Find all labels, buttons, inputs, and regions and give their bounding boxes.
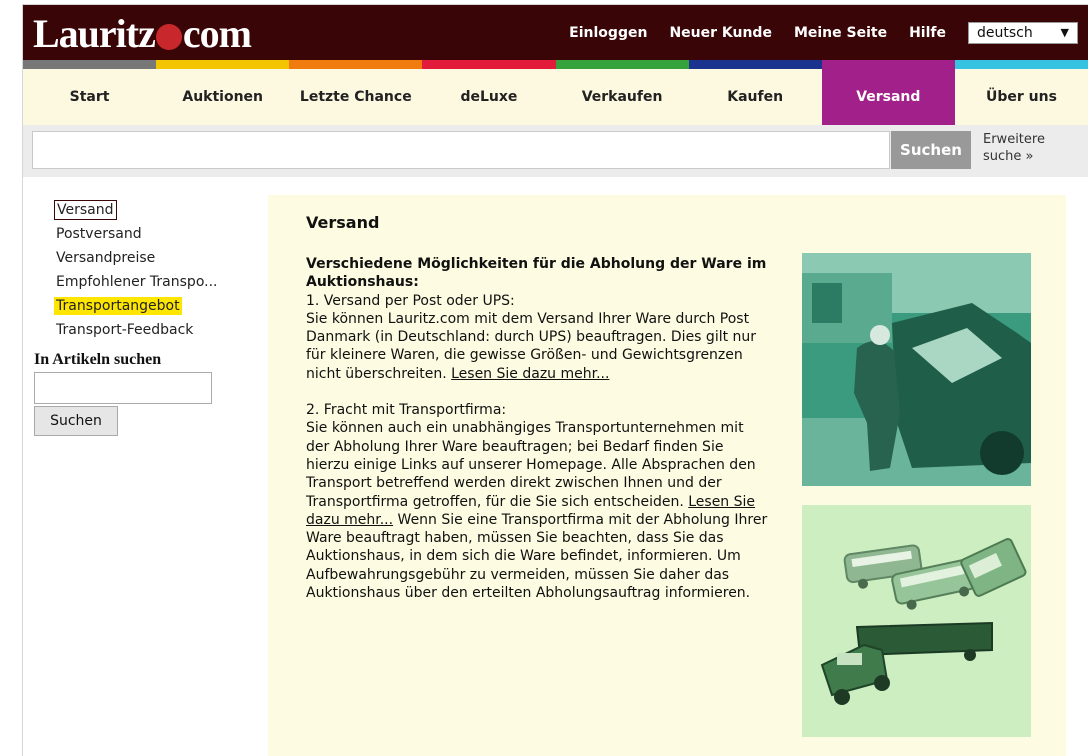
sidebar-item-label: Versandpreise — [56, 250, 156, 266]
site-logo[interactable]: Lauritz com — [33, 12, 252, 56]
section-2-body: Sie können auch ein unabhängiges Transpo… — [306, 419, 771, 602]
nav-versand[interactable]: Versand — [821, 69, 955, 125]
page-title: Versand — [306, 213, 380, 232]
stripe-segment — [555, 60, 689, 69]
search-bar: Suchen Erweitere suche » — [23, 125, 1088, 177]
nav-kaufen[interactable]: Kaufen — [689, 69, 822, 125]
stripe-segment — [156, 60, 290, 69]
stripe-segment — [688, 60, 822, 69]
sidebar-item-versand[interactable]: Versand — [34, 199, 254, 223]
sidebar-item-versandpreise[interactable]: Versandpreise — [34, 247, 254, 271]
sidebar-item-label: Postversand — [56, 226, 142, 242]
language-select[interactable]: deutsch ▼ — [968, 21, 1078, 44]
section-2-title: 2. Fracht mit Transportfirma: — [306, 402, 507, 419]
main-content: Versand Verschiedene Möglichkeiten für d… — [268, 195, 1066, 756]
model-vehicles-illustration — [802, 505, 1031, 737]
intro-heading: Verschiedene Möglichkeiten für die Abhol… — [306, 256, 767, 291]
article-search-input[interactable] — [34, 372, 212, 404]
article-search-button[interactable]: Suchen — [34, 406, 118, 436]
stripe-segment — [954, 60, 1088, 69]
logo-dot-icon — [155, 24, 182, 50]
dropdown-arrow-icon: ▼ — [1060, 26, 1069, 39]
stripe-segment — [23, 60, 157, 69]
sidebar-item-transportangebot[interactable]: Transportangebot — [34, 295, 254, 319]
section-1-title: 1. Versand per Post oder UPS: — [306, 292, 515, 309]
nav-auktionen[interactable]: Auktionen — [156, 69, 289, 125]
sidebar-item-postversand[interactable]: Postversand — [34, 223, 254, 247]
sidebar: Versand Postversand Versandpreise Empfoh… — [34, 199, 264, 436]
sidebar-item-empfohlener-transport[interactable]: Empfohlener Transpo... — [34, 271, 254, 295]
login-link[interactable]: Einloggen — [569, 25, 647, 41]
nav-deluxe[interactable]: deLuxe — [422, 69, 555, 125]
color-stripe — [23, 60, 1088, 69]
stripe-segment — [289, 60, 423, 69]
nav-letzte-chance[interactable]: Letzte Chance — [289, 69, 422, 125]
top-nav: Einloggen Neuer Kunde Meine Seite Hilfe … — [569, 5, 1088, 60]
sidebar-item-transport-feedback[interactable]: Transport-Feedback — [34, 319, 254, 343]
advanced-search-link[interactable]: Erweitere suche » — [983, 131, 1083, 165]
search-input[interactable] — [32, 131, 890, 169]
stripe-segment — [422, 60, 556, 69]
nav-start[interactable]: Start — [23, 69, 156, 125]
car-loading-photo — [802, 253, 1031, 486]
sidebar-item-label: Transportangebot — [54, 297, 182, 315]
article-search-heading: In Artikeln suchen — [34, 351, 162, 368]
new-customer-link[interactable]: Neuer Kunde — [669, 25, 772, 41]
main-nav: Start Auktionen Letzte Chance deLuxe Ver… — [23, 69, 1088, 125]
help-link[interactable]: Hilfe — [909, 25, 946, 41]
nav-ueber-uns[interactable]: Über uns — [955, 69, 1088, 125]
language-value: deutsch — [977, 24, 1033, 41]
sidebar-item-label: Versand — [54, 200, 117, 220]
search-button[interactable]: Suchen — [891, 131, 971, 169]
top-header: Lauritz com Einloggen Neuer Kunde Meine S… — [23, 5, 1088, 60]
stripe-segment — [821, 60, 955, 69]
sidebar-item-label: Transport-Feedback — [56, 322, 194, 338]
sidebar-item-label: Empfohlener Transpo... — [56, 274, 218, 290]
text-column: Verschiedene Möglichkeiten für die Abhol… — [306, 255, 771, 602]
my-page-link[interactable]: Meine Seite — [794, 25, 887, 41]
read-more-link-1[interactable]: Lesen Sie dazu mehr... — [451, 366, 609, 382]
model-vehicles-photo — [802, 505, 1031, 737]
car-loading-illustration — [802, 253, 1031, 486]
section-1-body: Sie können Lauritz.com mit dem Versand I… — [306, 310, 771, 383]
nav-verkaufen[interactable]: Verkaufen — [556, 69, 689, 125]
